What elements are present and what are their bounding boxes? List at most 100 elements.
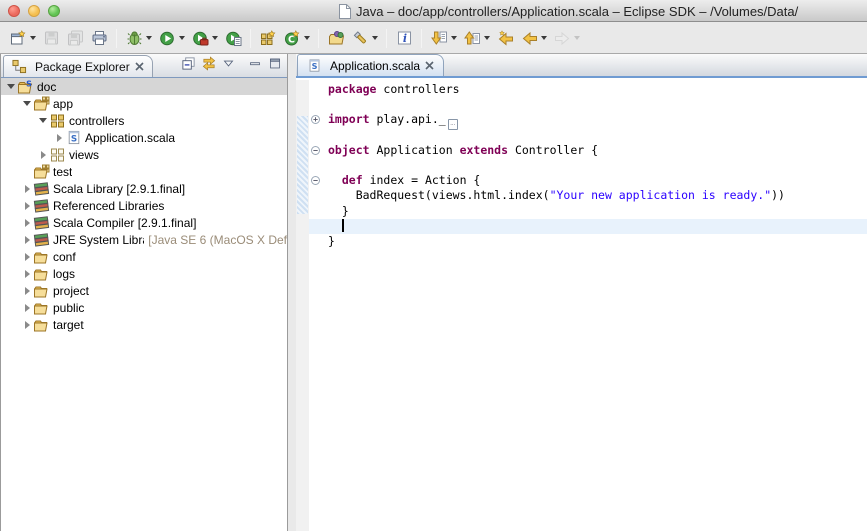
package-explorer-tree[interactable]: SdocappcontrollersSApplication.scalaview…: [1, 78, 287, 531]
tree-item-jre-system-library[interactable]: JRE System Library[Java SE 6 (MacOS X De…: [1, 231, 287, 248]
minimize-view-button[interactable]: [246, 58, 263, 74]
tree-item-application-scala[interactable]: SApplication.scala: [1, 129, 287, 146]
code-line-9[interactable]: }: [309, 204, 867, 219]
code-line-3[interactable]: +import play.api._...: [309, 112, 867, 127]
code-token: )): [771, 188, 785, 202]
back-dropdown-icon[interactable]: [541, 36, 547, 40]
code-editor[interactable]: package controllers +import play.api._...…: [309, 80, 867, 531]
main-toolbar: Ci: [0, 23, 867, 54]
code-line-11[interactable]: }: [309, 234, 867, 249]
sash[interactable]: [289, 54, 296, 531]
code-line-8[interactable]: BadRequest(views.html.index("Your new ap…: [309, 188, 867, 203]
tree-item-controllers[interactable]: controllers: [1, 112, 287, 129]
tree-item-doc[interactable]: Sdoc: [1, 78, 287, 95]
title-bar[interactable]: Java – doc/app/controllers/Application.s…: [0, 0, 867, 22]
tree-collapsed-arrow-icon[interactable]: [21, 202, 33, 210]
tree-item-logs[interactable]: logs: [1, 265, 287, 282]
package-explorer-tab[interactable]: Package Explorer: [3, 55, 153, 77]
tree-collapsed-arrow-icon[interactable]: [21, 236, 33, 244]
tree-item-views[interactable]: views: [1, 146, 287, 163]
tree-collapsed-arrow-icon[interactable]: [21, 270, 33, 278]
tree-item-label: Referenced Libraries: [53, 199, 164, 213]
new-class-icon: C: [283, 30, 301, 47]
fold-expand-icon[interactable]: +: [311, 115, 320, 124]
next-annotation-button[interactable]: [428, 28, 459, 49]
new-package-button[interactable]: [257, 28, 279, 49]
library-icon: [33, 232, 50, 248]
tree-collapsed-arrow-icon[interactable]: [21, 253, 33, 261]
new-class-dropdown-icon[interactable]: [304, 36, 310, 40]
tree-expanded-arrow-icon[interactable]: [21, 101, 33, 106]
tree-item-referenced-libraries[interactable]: Referenced Libraries: [1, 197, 287, 214]
minimize-window-button[interactable]: [28, 5, 40, 17]
code-token: controllers: [376, 82, 459, 96]
tree-collapsed-arrow-icon[interactable]: [37, 151, 49, 159]
toggle-mark-occurrences-button[interactable]: i: [393, 28, 415, 49]
run-external-tools-button[interactable]: [189, 28, 220, 49]
code-token: index = Action {: [363, 173, 481, 187]
toolbar-separator: [421, 29, 422, 48]
open-type-button[interactable]: [325, 28, 347, 49]
run-button[interactable]: [156, 28, 187, 49]
close-editor-icon[interactable]: [424, 60, 435, 71]
code-line-4[interactable]: [309, 128, 867, 143]
editor-tabbar: S Application.scala: [296, 54, 867, 78]
tree-collapsed-arrow-icon[interactable]: [21, 185, 33, 193]
debug-dropdown-icon[interactable]: [146, 36, 152, 40]
zoom-window-button[interactable]: [48, 5, 60, 17]
tree-item-label: Application.scala: [85, 131, 175, 145]
tree-item-conf[interactable]: conf: [1, 248, 287, 265]
link-with-editor-button[interactable]: [200, 58, 217, 74]
tree-expanded-arrow-icon[interactable]: [37, 118, 49, 123]
annotation-ruler[interactable]: [296, 80, 309, 531]
run-external-tools-dropdown-icon[interactable]: [212, 36, 218, 40]
code-line-5[interactable]: −object Application extends Controller {: [309, 143, 867, 158]
tree-collapsed-arrow-icon[interactable]: [21, 321, 33, 329]
previous-annotation-button[interactable]: [461, 28, 492, 49]
maximize-view-button[interactable]: [266, 58, 283, 74]
tree-item-scala-compiler-2-9-1-final[interactable]: Scala Compiler [2.9.1.final]: [1, 214, 287, 231]
code-line-10[interactable]: [309, 219, 867, 234]
code-line-7[interactable]: − def index = Action {: [309, 173, 867, 188]
print-button[interactable]: [88, 28, 110, 49]
new-wizard-dropdown-icon[interactable]: [30, 36, 36, 40]
fold-collapse-icon[interactable]: −: [311, 146, 320, 155]
previous-annotation-dropdown-icon[interactable]: [484, 36, 490, 40]
tree-item-app[interactable]: app: [1, 95, 287, 112]
tree-expanded-arrow-icon[interactable]: [5, 84, 17, 89]
code-line-6[interactable]: [309, 158, 867, 173]
run-icon: [158, 30, 176, 47]
search-button[interactable]: [349, 28, 380, 49]
tree-collapsed-arrow-icon[interactable]: [21, 304, 33, 312]
run-configuration-button[interactable]: [222, 28, 244, 49]
close-window-button[interactable]: [8, 5, 20, 17]
code-line-2[interactable]: [309, 97, 867, 112]
close-view-icon[interactable]: [134, 61, 145, 72]
tree-collapsed-arrow-icon[interactable]: [21, 287, 33, 295]
editor-tab-application-scala[interactable]: S Application.scala: [297, 54, 444, 76]
last-edit-location-button[interactable]: [494, 28, 516, 49]
run-dropdown-icon[interactable]: [179, 36, 185, 40]
tree-item-scala-library-2-9-1-final[interactable]: Scala Library [2.9.1.final]: [1, 180, 287, 197]
forward-button: [551, 28, 582, 49]
back-button[interactable]: [518, 28, 549, 49]
tree-item-project[interactable]: project: [1, 282, 287, 299]
tree-item-test[interactable]: test: [1, 163, 287, 180]
next-annotation-dropdown-icon[interactable]: [451, 36, 457, 40]
next-annotation-icon: [430, 30, 448, 47]
tree-item-public[interactable]: public: [1, 299, 287, 316]
tree-item-target[interactable]: target: [1, 316, 287, 333]
debug-button[interactable]: [123, 28, 154, 49]
fold-collapse-icon[interactable]: −: [311, 176, 320, 185]
tree-collapsed-arrow-icon[interactable]: [53, 134, 65, 142]
new-class-button[interactable]: C: [281, 28, 312, 49]
search-dropdown-icon[interactable]: [372, 36, 378, 40]
link-with-editor-icon: [201, 56, 217, 76]
eclipse-window: Java – doc/app/controllers/Application.s…: [0, 0, 867, 531]
code-line-1[interactable]: package controllers: [309, 82, 867, 97]
new-wizard-button[interactable]: [7, 28, 38, 49]
previous-annotation-icon: [463, 30, 481, 47]
view-menu-button[interactable]: [220, 58, 237, 74]
collapse-all-button[interactable]: [180, 58, 197, 74]
tree-collapsed-arrow-icon[interactable]: [21, 219, 33, 227]
